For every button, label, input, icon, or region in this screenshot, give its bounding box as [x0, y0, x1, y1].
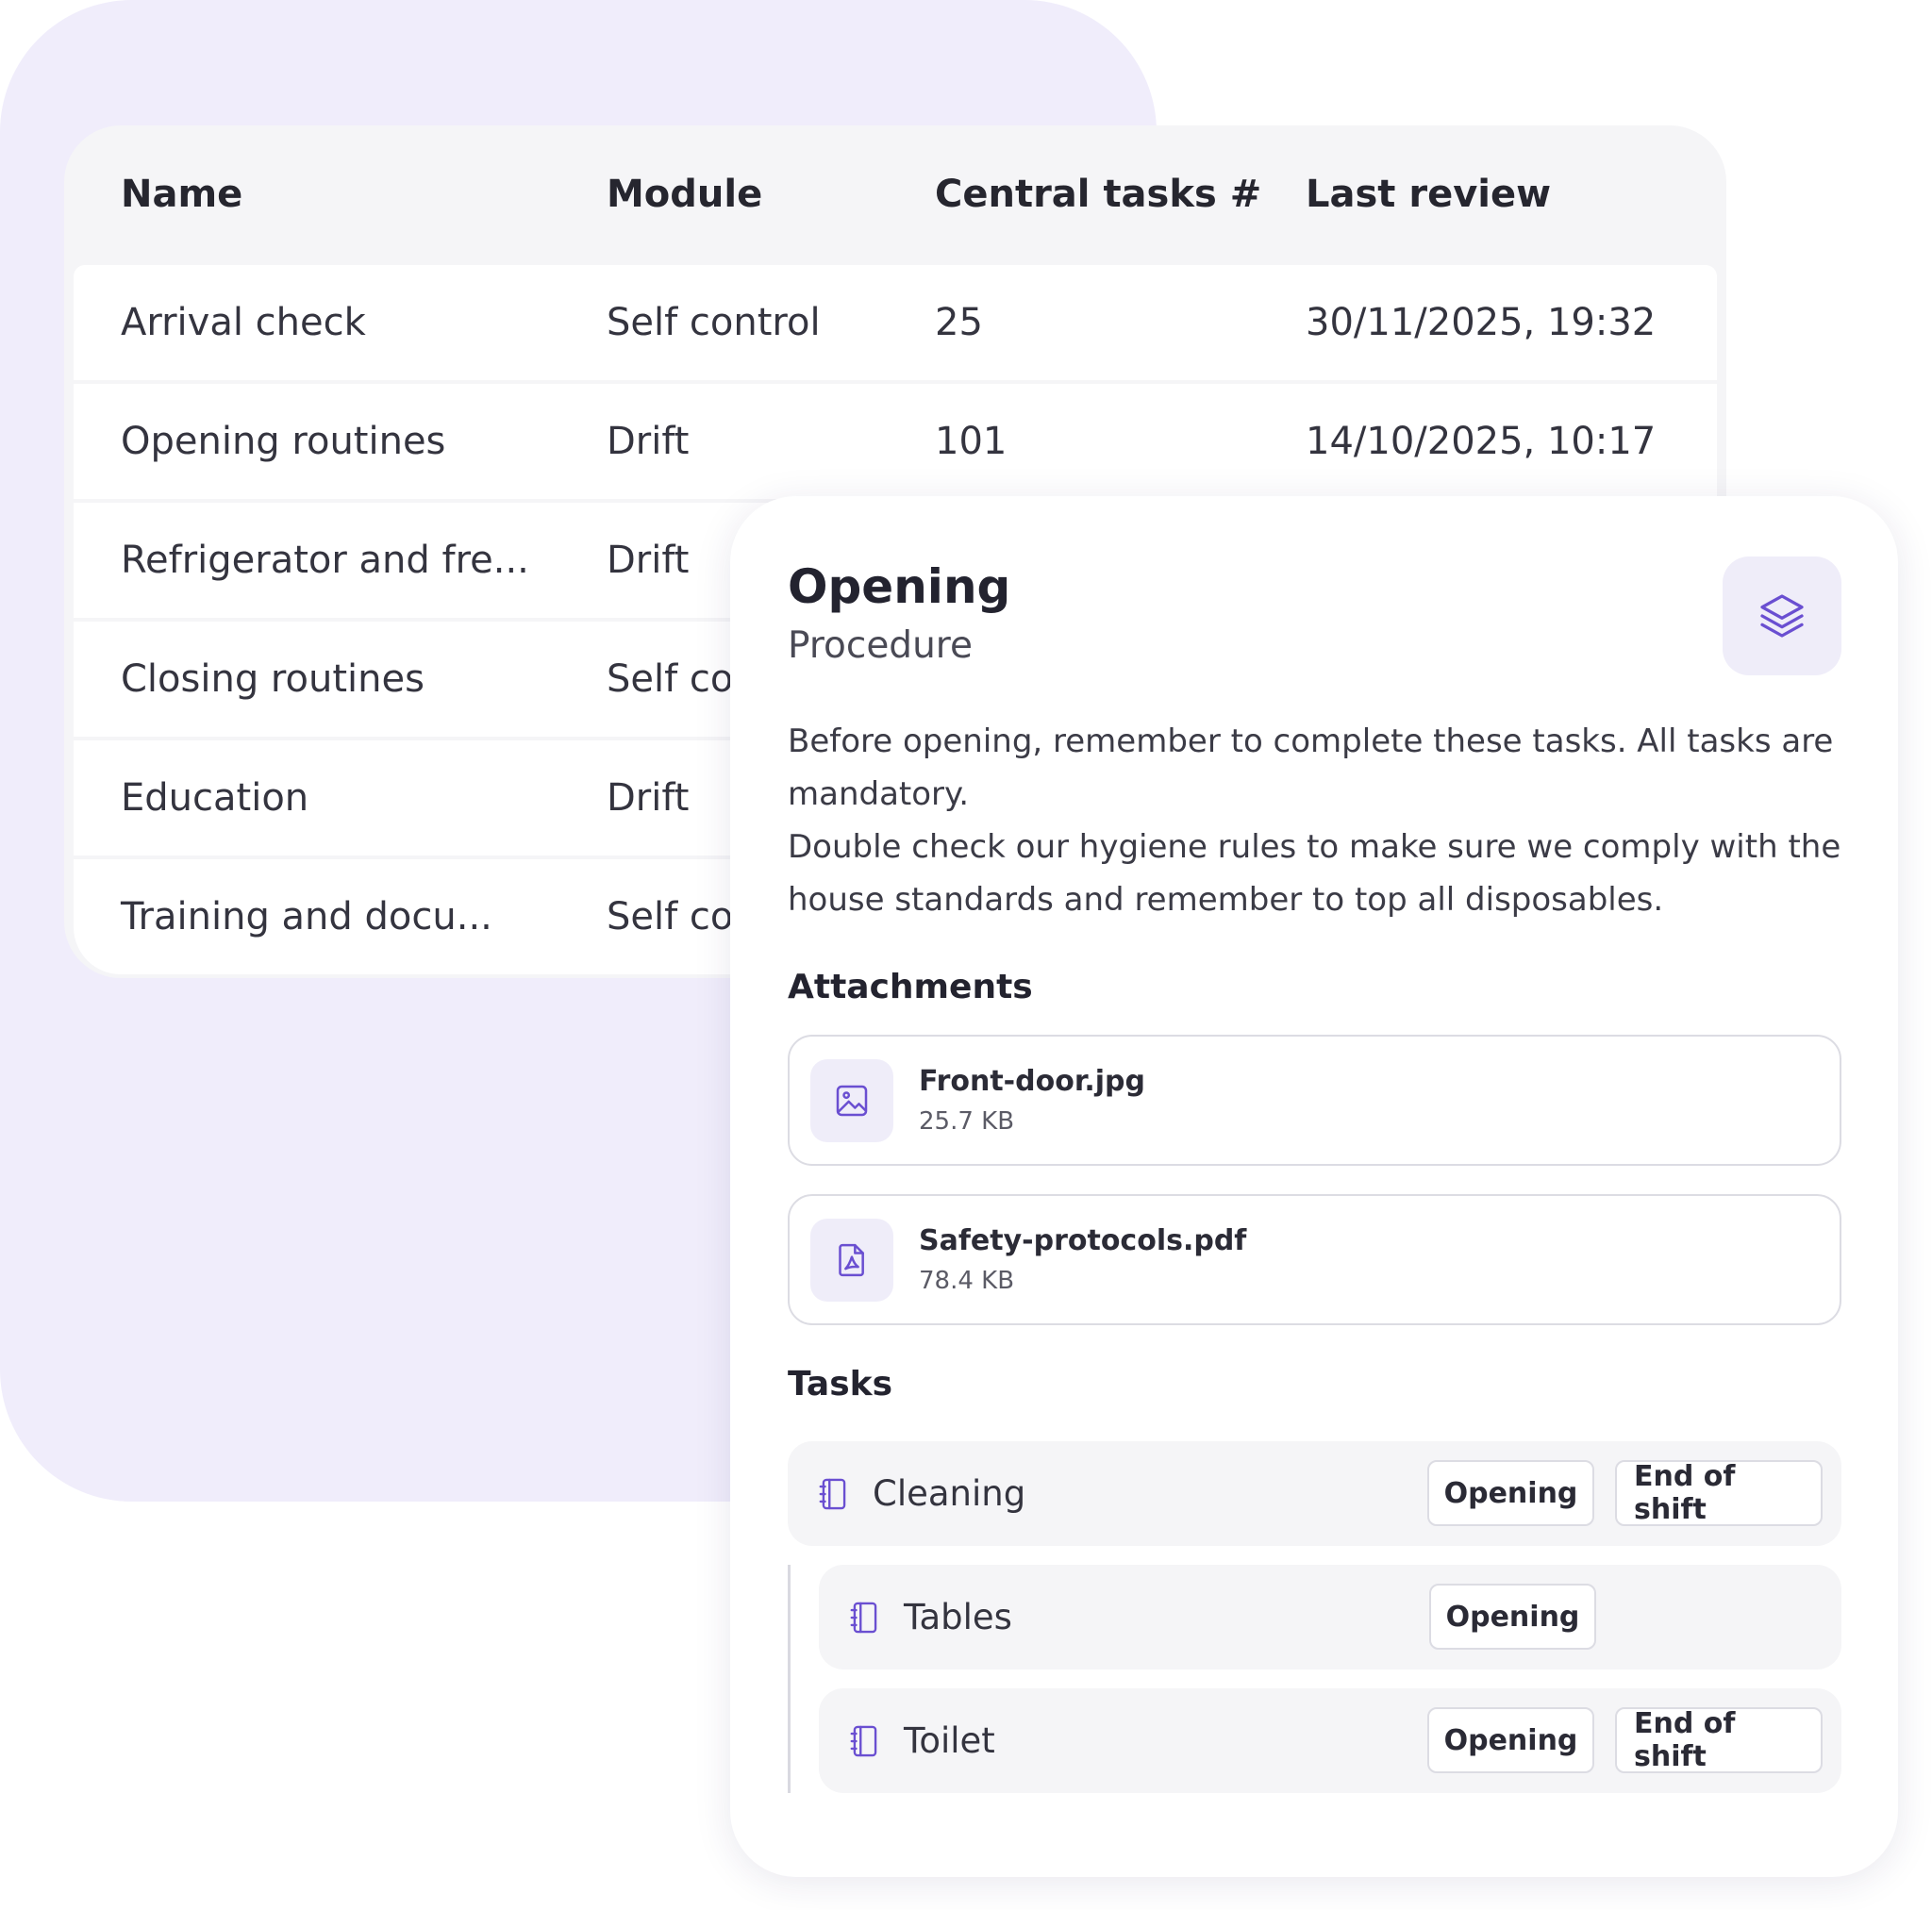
attachments-heading: Attachments — [788, 968, 1033, 1006]
cell-name: Opening routines — [121, 420, 446, 463]
table-header: Name Module Central tasks # Last review — [74, 125, 1717, 265]
task-item-cleaning[interactable]: Cleaning Opening End of shift — [788, 1441, 1841, 1546]
column-header-module[interactable]: Module — [607, 173, 762, 216]
tag-opening[interactable]: Opening — [1427, 1707, 1594, 1773]
task-label: Tables — [904, 1597, 1012, 1637]
task-item-toilet[interactable]: Toilet Opening End of shift — [819, 1688, 1841, 1793]
task-subtasks: Tables Opening Toilet Opening End of shi… — [788, 1565, 1841, 1793]
notebook-icon — [819, 1478, 846, 1509]
procedure-detail-panel: Opening Procedure Before opening, rememb… — [730, 496, 1898, 1877]
layers-button[interactable] — [1723, 556, 1841, 675]
task-item-tables[interactable]: Tables Opening — [819, 1565, 1841, 1669]
attachment-name: Safety-protocols.pdf — [919, 1224, 1247, 1257]
cell-last-review: 30/11/2025, 19:32 — [1306, 301, 1657, 344]
layers-icon — [1760, 594, 1804, 638]
tag-end-of-shift[interactable]: End of shift — [1615, 1707, 1823, 1773]
task-label: Toilet — [904, 1720, 995, 1761]
column-header-central-tasks[interactable]: Central tasks # — [935, 173, 1261, 216]
attachment-name: Front-door.jpg — [919, 1065, 1145, 1098]
task-tags: Opening End of shift — [1427, 1707, 1823, 1773]
cell-module: Self control — [607, 301, 821, 344]
cell-central-tasks: 101 — [935, 420, 1008, 463]
notebook-icon — [850, 1602, 877, 1633]
attachment-icon-box — [810, 1218, 893, 1302]
tag-opening[interactable]: Opening — [1429, 1584, 1596, 1650]
cell-name: Training and docu... — [121, 895, 492, 938]
attachment-size: 25.7 KB — [919, 1107, 1015, 1136]
table-row[interactable]: Arrival check Self control 25 30/11/2025… — [74, 265, 1717, 380]
image-icon — [836, 1085, 868, 1116]
attachment-item[interactable]: Front-door.jpg 25.7 KB — [788, 1035, 1841, 1166]
description-line-2: Double check our hygiene rules to make s… — [788, 828, 1841, 919]
task-label: Cleaning — [873, 1473, 1026, 1514]
panel-subtitle: Procedure — [788, 624, 973, 667]
attachment-text: Front-door.jpg 25.7 KB — [919, 1065, 1145, 1136]
cell-name: Arrival check — [121, 301, 366, 344]
cell-name: Refrigerator and fre... — [121, 539, 529, 582]
task-tags: Opening — [1429, 1584, 1596, 1650]
attachment-item[interactable]: Safety-protocols.pdf 78.4 KB — [788, 1194, 1841, 1325]
cell-last-review: 14/10/2025, 10:17 — [1306, 420, 1657, 463]
cell-name: Education — [121, 776, 309, 820]
table-row[interactable]: Opening routines Drift 101 14/10/2025, 1… — [74, 384, 1717, 499]
tasks-heading: Tasks — [788, 1365, 893, 1403]
pdf-file-icon — [839, 1243, 864, 1276]
notebook-icon — [850, 1725, 877, 1756]
attachment-size: 78.4 KB — [919, 1267, 1015, 1295]
tag-end-of-shift[interactable]: End of shift — [1615, 1460, 1823, 1526]
cell-module: Drift — [607, 776, 690, 820]
panel-title: Opening — [788, 559, 1011, 614]
description-line-1: Before opening, remember to complete the… — [788, 722, 1834, 813]
column-header-last-review[interactable]: Last review — [1306, 173, 1551, 216]
column-header-name[interactable]: Name — [121, 173, 242, 216]
cell-module: Drift — [607, 539, 690, 582]
cell-name: Closing routines — [121, 657, 425, 701]
attachment-text: Safety-protocols.pdf 78.4 KB — [919, 1224, 1246, 1295]
attachment-icon-box — [810, 1058, 893, 1142]
cell-module: Drift — [607, 420, 690, 463]
tag-opening[interactable]: Opening — [1427, 1460, 1594, 1526]
task-tags: Opening End of shift — [1427, 1460, 1823, 1526]
procedure-description: Before opening, remember to complete the… — [788, 715, 1841, 926]
page: Name Module Central tasks # Last review … — [0, 0, 1932, 1910]
cell-central-tasks: 25 — [935, 301, 983, 344]
